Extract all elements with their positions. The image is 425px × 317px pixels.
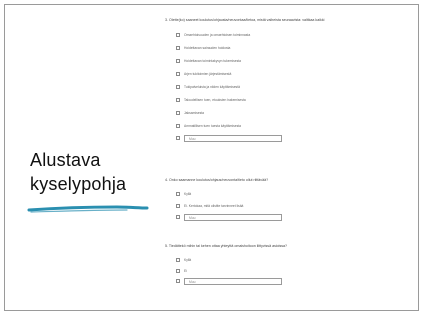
checkbox-option[interactable]: Ammatillisen tuen tuesta käyttämisesta bbox=[176, 123, 241, 128]
form-screenshot: 3. Olette(ko) saaneet koulutus/ohjausta/… bbox=[165, 8, 413, 308]
question-title: 5. Tiedättekö mihin tai kehen ottaa yhte… bbox=[165, 244, 288, 248]
checkbox[interactable] bbox=[176, 279, 180, 283]
checkbox-option[interactable]: Taloudellisen tuen, etuuksien hakemisest… bbox=[176, 97, 246, 102]
checkbox[interactable] bbox=[176, 71, 180, 76]
slide-title-line1: Alustava bbox=[30, 150, 101, 170]
checkbox-option[interactable]: Kyllä bbox=[176, 191, 191, 196]
checkbox[interactable] bbox=[176, 110, 180, 115]
checkbox-option[interactable]: Hoidettavan toimintakyvyn tukemisesta bbox=[176, 58, 241, 63]
checkbox-option[interactable]: Arjen tukitoimien järjestämisestä bbox=[176, 71, 231, 76]
checkbox-option-other[interactable]: Muu bbox=[176, 213, 282, 221]
question-3: 3. Olette(ko) saaneet koulutus/ohjausta/… bbox=[165, 18, 413, 23]
checkbox-option[interactable]: Ei bbox=[176, 268, 187, 273]
checkbox-option[interactable]: Omaehtoisuuden ja omaehtoisen toiminnast… bbox=[176, 32, 250, 37]
checkbox[interactable] bbox=[176, 84, 180, 89]
checkbox[interactable] bbox=[176, 97, 180, 102]
checkbox[interactable] bbox=[176, 191, 180, 196]
checkbox[interactable] bbox=[176, 136, 180, 140]
checkbox-option[interactable]: Tukipalveluista ja niiden käyttämisestä bbox=[176, 84, 240, 89]
other-text-field[interactable]: Muu bbox=[184, 277, 282, 285]
checkbox-option[interactable]: Ei. Kertokaa, mitä olisitte tarvinneet l… bbox=[176, 203, 243, 208]
checkbox-option[interactable]: Kyllä bbox=[176, 257, 191, 262]
checkbox-option-other[interactable]: Muu bbox=[176, 134, 282, 142]
question-4: 4. Onko saamanne koulutus/ohjaus/neuvont… bbox=[165, 178, 413, 183]
checkbox-option[interactable]: Hoidettavan sairauden hoidosta bbox=[176, 45, 230, 50]
other-text-field[interactable]: Muu bbox=[184, 213, 282, 221]
checkbox[interactable] bbox=[176, 215, 180, 219]
other-text-field[interactable]: Muu bbox=[184, 134, 282, 142]
checkbox[interactable] bbox=[176, 58, 180, 63]
question-5: 5. Tiedättekö mihin tai kehen ottaa yhte… bbox=[165, 244, 413, 249]
checkbox[interactable] bbox=[176, 203, 180, 208]
checkbox-option-other[interactable]: Muu bbox=[176, 277, 282, 285]
title-underline bbox=[27, 205, 149, 213]
slide-title-line2: kyselypohja bbox=[30, 174, 127, 194]
question-title: 4. Onko saamanne koulutus/ohjaus/neuvont… bbox=[165, 178, 269, 182]
checkbox[interactable] bbox=[176, 123, 180, 128]
slide-title: Alustava kyselypohja bbox=[30, 148, 160, 196]
checkbox[interactable] bbox=[176, 268, 180, 273]
checkbox-option[interactable]: Jaksamisesta bbox=[176, 110, 204, 115]
checkbox[interactable] bbox=[176, 257, 180, 262]
checkbox[interactable] bbox=[176, 32, 180, 37]
question-title: 3. Olette(ko) saaneet koulutus/ohjausta/… bbox=[165, 18, 325, 22]
checkbox[interactable] bbox=[176, 45, 180, 50]
